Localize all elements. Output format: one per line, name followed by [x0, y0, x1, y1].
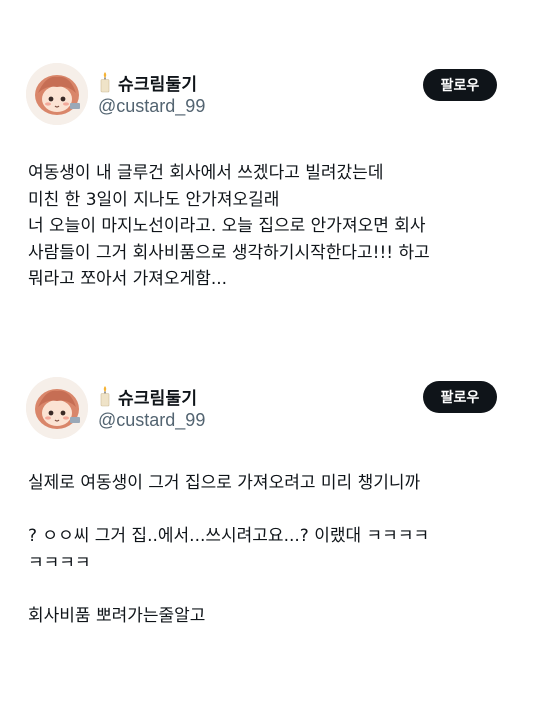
tweet-text-line: 사람들이 그거 회사비품으로 생각하기시작한다고!!! 하고 — [28, 242, 430, 263]
display-name[interactable]: 슈크림둘기 — [118, 70, 197, 95]
user-name-row[interactable]: 슈크림둘기 — [98, 70, 197, 95]
tweet-text-line: ? ㅇㅇ씨 그거 집..에서...쓰시려고요...? 이랬대 ㅋㅋㅋㅋ — [28, 526, 430, 546]
candle-icon — [98, 385, 112, 407]
avatar-illustration-icon — [26, 377, 88, 439]
tweet-text-line: 미친 한 3일이 지나도 안가져오길래 — [28, 189, 280, 210]
tweet-text-line: 너 오늘이 마지노선이라고. 오늘 집으로 안가져오면 회사 — [28, 216, 426, 236]
tweet-card: 슈크림둘기 @custard_99 팔로우 실제로 여동생이 그거 집으로 가져… — [0, 350, 537, 722]
tweet-text-line: 실제로 여동생이 그거 집으로 가져오려고 미리 챙기니까 — [28, 473, 421, 493]
tweet-text: 실제로 여동생이 그거 집으로 가져오려고 미리 챙기니까 ? ㅇㅇ씨 그거 집… — [28, 470, 523, 629]
tweet-card: 슈크림둘기 @custard_99 팔로우 여동생이 내 글루건 회사에서 쓰겠… — [0, 0, 537, 350]
tweet-text-line: 뭐라고 쪼아서 가져오게함... — [28, 269, 228, 289]
avatar[interactable] — [26, 63, 88, 125]
follow-button[interactable]: 팔로우 — [423, 381, 497, 413]
user-handle[interactable]: @custard_99 — [98, 96, 205, 117]
tweet-text-line: 회사비품 뽀려가는줄알고 — [28, 605, 206, 626]
display-name[interactable]: 슈크림둘기 — [118, 384, 197, 409]
follow-button[interactable]: 팔로우 — [423, 69, 497, 101]
avatar-illustration-icon — [26, 63, 88, 125]
user-handle[interactable]: @custard_99 — [98, 410, 205, 431]
avatar[interactable] — [26, 377, 88, 439]
tweet-text: 여동생이 내 글루건 회사에서 쓰겠다고 빌려갔는데 미친 한 3일이 지나도 … — [28, 160, 523, 293]
tweet-text-line: ㅋㅋㅋㅋ — [28, 552, 91, 573]
tweet-text-line: 여동생이 내 글루건 회사에서 쓰겠다고 빌려갔는데 — [28, 163, 384, 183]
candle-icon — [98, 71, 112, 93]
user-name-row[interactable]: 슈크림둘기 — [98, 384, 197, 409]
